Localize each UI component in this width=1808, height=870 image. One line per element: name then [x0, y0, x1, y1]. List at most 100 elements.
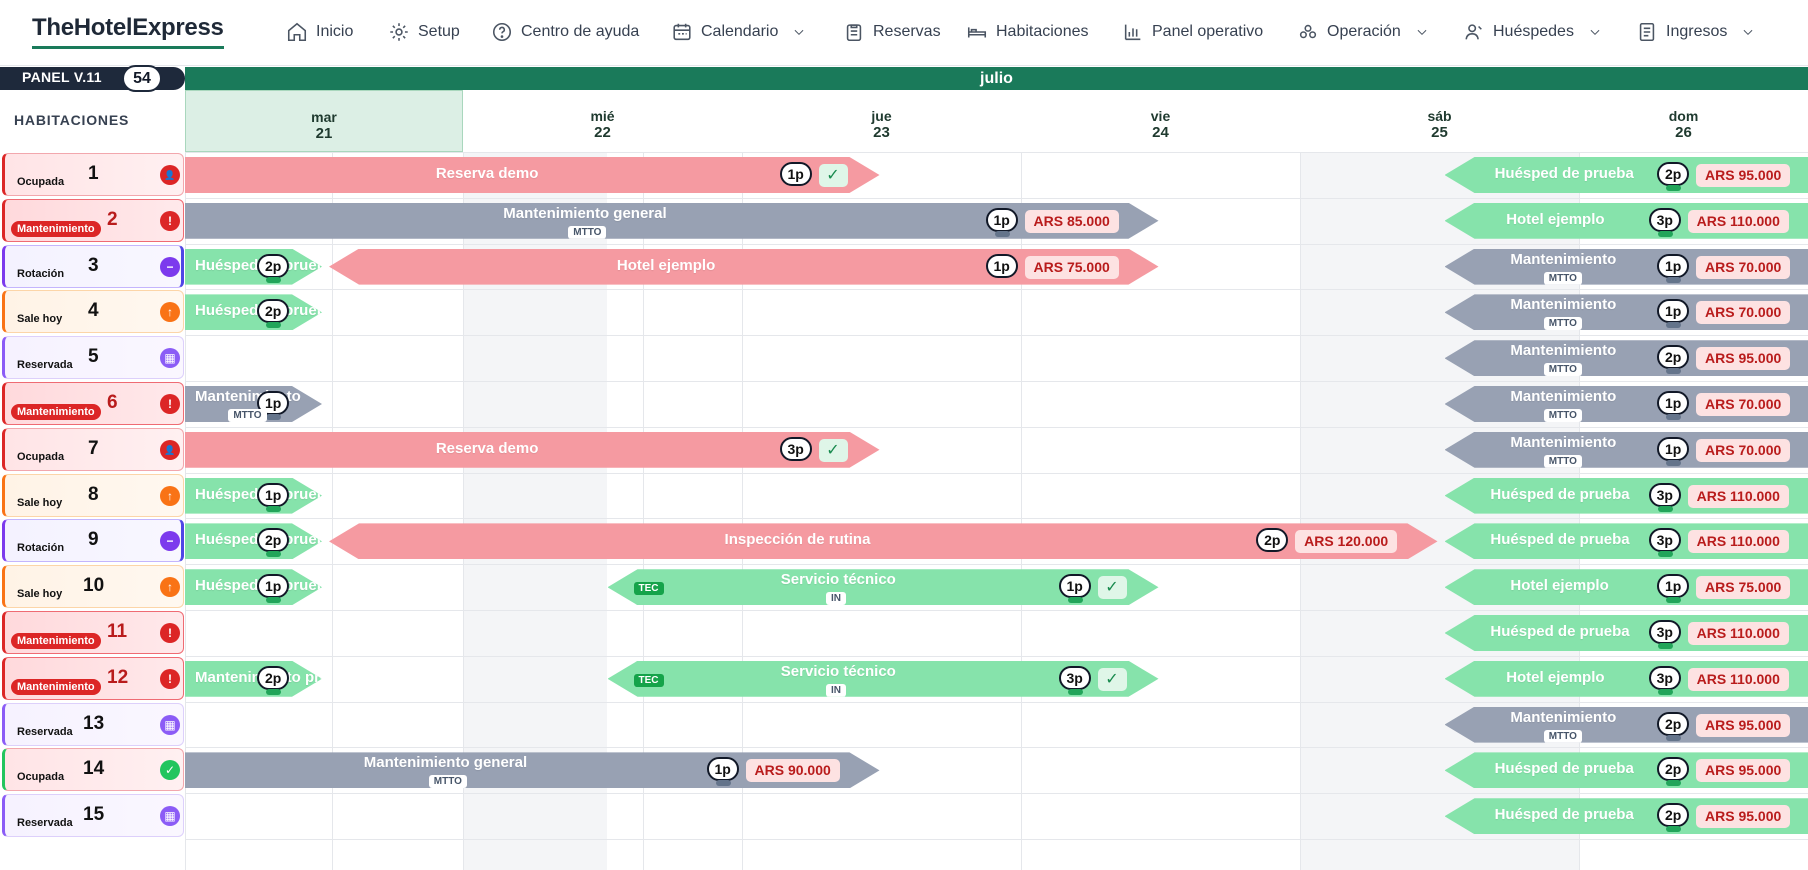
room-card-15[interactable]: Reservada 15 ▦: [2, 794, 184, 838]
booking-bar-mtto[interactable]: Mantenimiento ARS 70.000 1p MTTO: [1444, 248, 1808, 285]
booking-bar-mtto[interactable]: Mantenimiento ARS 70.000 1p MTTO: [1444, 431, 1808, 468]
drag-handle[interactable]: [266, 551, 281, 557]
day-header-25[interactable]: sáb 25: [1300, 90, 1579, 152]
drag-handle[interactable]: [1657, 505, 1673, 512]
booking-bar-mtto[interactable]: Mantenimiento ARS 95.000 2p MTTO: [1444, 340, 1808, 377]
room-status-label: Sale hoy: [17, 588, 63, 601]
day-header-24[interactable]: vie 24: [1021, 90, 1300, 152]
booking-title: Mantenimiento: [1510, 342, 1617, 360]
booking-bar-guest[interactable]: Huésped de prueba ARS 95.000 2p: [1444, 157, 1808, 193]
booking-bar-mtto[interactable]: Mantenimiento general ARS 90.000 1p MTTO: [185, 752, 880, 788]
booking-bar-guest[interactable]: Huésped de prueba ARS 110.000 3p: [1444, 615, 1808, 651]
drag-handle[interactable]: [1666, 780, 1681, 787]
nav-item-inicio[interactable]: Inicio: [286, 18, 353, 46]
booking-bar-mtto[interactable]: Mantenimiento ARS 70.000 1p MTTO: [1444, 386, 1808, 422]
drag-handle[interactable]: [1657, 551, 1673, 558]
drag-handle[interactable]: [266, 506, 281, 512]
nav-item-setup[interactable]: Setup: [388, 18, 460, 46]
drag-handle[interactable]: [1666, 459, 1681, 466]
nav-item-label: Centro de ayuda: [521, 23, 640, 40]
drag-handle[interactable]: [1666, 276, 1681, 283]
room-status-label: Rotación: [17, 542, 65, 555]
day-header-21[interactable]: mar 21: [185, 90, 463, 152]
booking-bar-guest[interactable]: Huésped de prueba ARS 95.000 2p: [1444, 752, 1808, 789]
room-card-6[interactable]: Mantenimiento 6!: [2, 382, 184, 425]
nav-item-ingresos[interactable]: Ingresos: [1636, 18, 1755, 46]
room-card-11[interactable]: Mantenimiento 11!: [2, 611, 184, 654]
booking-title: Reserva demo: [435, 165, 539, 182]
drag-handle[interactable]: [266, 689, 281, 695]
drag-handle[interactable]: [1666, 826, 1681, 833]
room-card-4[interactable]: Sale hoy 4 ↑: [2, 290, 184, 334]
drag-handle[interactable]: [1666, 734, 1681, 741]
drag-handle[interactable]: [1666, 185, 1681, 191]
day-header-26[interactable]: dom 26: [1579, 90, 1788, 152]
bar-chart-icon: [1122, 21, 1144, 43]
nav-item-label: Inicio: [316, 23, 354, 40]
booking-bar-res[interactable]: Hotel ejemplo ARS 75.000 1p: [329, 249, 1159, 285]
booking-bar-guest[interactable]: Huésped de prueba ARS 95.000 2p: [1444, 798, 1808, 835]
nav-item-label: Huéspedes: [1493, 23, 1574, 40]
booking-bar-mtto[interactable]: Mantenimiento general ARS 85.000 1p MTTO: [185, 203, 1159, 239]
booking-bar-guest[interactable]: Huésped de prueba ARS 110.000 3p: [1444, 477, 1808, 514]
drag-handle[interactable]: [266, 322, 281, 328]
room-card-8[interactable]: Sale hoy 8 ↑: [2, 473, 184, 517]
guest-count-badge: 2p: [1657, 162, 1690, 186]
drag-handle[interactable]: [1068, 597, 1083, 603]
nav-item-centro-de-ayuda[interactable]: Centro de ayuda: [491, 18, 639, 46]
room-card-5[interactable]: Reservada 5 ▦: [2, 336, 184, 380]
room-card-14[interactable]: Ocupada 14 ✓: [2, 748, 184, 792]
chevron-down-icon: [1582, 25, 1602, 39]
drag-handle[interactable]: [266, 277, 281, 283]
booking-title: Mantenimiento general: [363, 754, 528, 772]
booking-bar-guest[interactable]: Servicio técnico ✓ 3p TEC IN: [608, 661, 1159, 697]
drag-handle[interactable]: [1657, 230, 1673, 237]
nav-item-habitaciones[interactable]: Habitaciones: [966, 18, 1089, 46]
room-card-2[interactable]: Mantenimiento 2!: [2, 198, 184, 242]
nav-item-operación[interactable]: Operación: [1297, 18, 1429, 46]
room-card-13[interactable]: Reservada 13 ▦: [2, 702, 184, 746]
room-card-9[interactable]: Rotación 9 −: [2, 519, 184, 563]
drag-handle[interactable]: [1657, 643, 1673, 649]
guest-count-badge: 1p: [1657, 299, 1690, 324]
drag-handle[interactable]: [995, 231, 1010, 237]
room-card-1[interactable]: Ocupada 1 👤: [2, 153, 184, 196]
booking-bar-guest[interactable]: Huésped de prueba ARS 110.000 3p: [1444, 523, 1808, 560]
drag-handle[interactable]: [266, 414, 281, 420]
drag-handle[interactable]: [266, 597, 281, 603]
guest-count-badge: 3p: [1648, 665, 1681, 690]
nav-item-huéspedes[interactable]: Huéspedes: [1463, 18, 1602, 46]
booking-bar-guest[interactable]: Servicio técnico ✓ 1p TEC IN: [608, 569, 1159, 605]
brand-logo[interactable]: TheHotelExpress: [32, 14, 224, 49]
booking-bar-guest[interactable]: Hotel ejemplo ARS 75.000 1p: [1444, 569, 1808, 606]
day-name: vie: [1150, 108, 1171, 124]
nav-item-panel-operativo[interactable]: Panel operativo: [1122, 18, 1263, 46]
booking-bar-guest[interactable]: Hotel ejemplo ARS 110.000 3p: [1444, 202, 1808, 239]
room-card-3[interactable]: Rotación 3 −: [2, 244, 184, 288]
room-status-label: Ocupada: [17, 176, 65, 188]
day-header-23[interactable]: jue 23: [742, 90, 1021, 152]
drag-handle[interactable]: [1666, 322, 1681, 329]
nav-item-reservas[interactable]: Reservas: [843, 18, 941, 46]
drag-handle[interactable]: [1666, 368, 1681, 375]
room-card-12[interactable]: Mantenimiento 12!: [2, 656, 184, 700]
day-header-22[interactable]: mié 22: [463, 90, 742, 152]
drag-handle[interactable]: [1657, 688, 1673, 695]
grid-hline: [185, 655, 1808, 657]
nav-item-calendario[interactable]: Calendario: [671, 18, 806, 46]
room-card-10[interactable]: Sale hoy 10 ↑: [2, 565, 184, 609]
booking-bar-mtto[interactable]: Mantenimiento ARS 70.000 1p MTTO: [1444, 294, 1808, 331]
drag-handle[interactable]: [1666, 597, 1681, 604]
booking-bar-guest[interactable]: Hotel ejemplo ARS 110.000 3p: [1444, 660, 1808, 697]
drag-handle[interactable]: [1068, 689, 1083, 695]
drag-handle[interactable]: [716, 780, 731, 786]
booking-bar-mtto[interactable]: Mantenimiento ARS 95.000 2p MTTO: [1444, 706, 1808, 743]
room-card-7[interactable]: Ocupada 7 👤: [2, 427, 184, 471]
booking-tag: MTTO: [1543, 363, 1582, 377]
drag-handle[interactable]: [1666, 414, 1681, 420]
guest-count-badge: 3p: [780, 437, 812, 461]
check-icon: ✓: [1098, 668, 1127, 691]
booking-bar-res[interactable]: Reserva demo ✓ 3p: [185, 432, 880, 468]
booking-bar-res[interactable]: Inspección de rutina ARS 120.000 2p: [329, 523, 1438, 559]
booking-bar-res[interactable]: Reserva demo ✓ 1p: [185, 157, 880, 193]
